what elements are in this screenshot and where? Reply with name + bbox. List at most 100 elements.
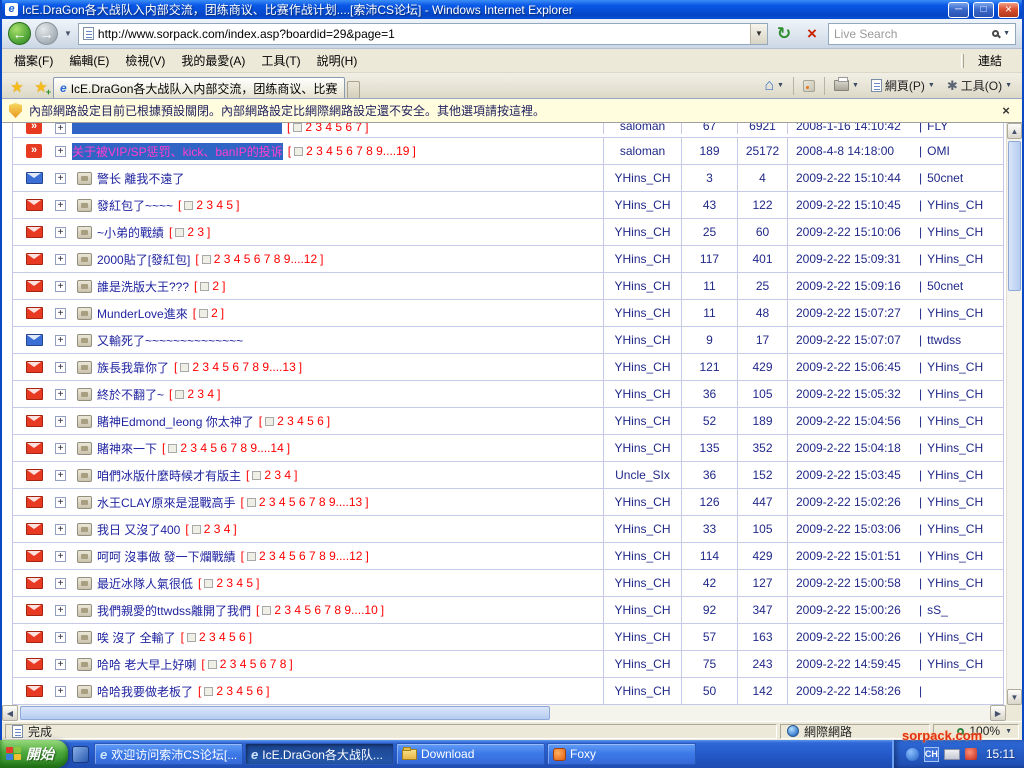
thread-title-link[interactable]: 我們親愛的ttwdss離開了我們 [97,602,251,619]
thread-author[interactable]: YHins_CH [603,300,681,326]
page-links[interactable]: [2 3 4 5 6 7 8 9....14] [162,441,290,455]
task-button-foxy[interactable]: Foxy [547,743,696,765]
page-menu-button[interactable]: 網頁(P)▼ [866,75,940,97]
page-links[interactable]: [2 3 4 5 6 7] [287,123,368,134]
thread-author[interactable]: YHins_CH [603,327,681,353]
thread-author[interactable]: YHins_CH [603,597,681,623]
lastpost-user[interactable]: ttwdss [927,333,961,347]
page-links[interactable]: [2 3 4 5 6 7 8 9....13] [174,360,302,374]
thread-author[interactable]: YHins_CH [603,165,681,191]
thread-author[interactable]: YHins_CH [603,543,681,569]
lastpost-user[interactable]: YHins_CH [927,630,983,644]
expand-toggle[interactable]: + [55,578,66,589]
lastpost-user[interactable]: YHins_CH [927,576,983,590]
menu-edit[interactable]: 編輯(E) [61,49,117,72]
expand-toggle[interactable]: + [55,497,66,508]
zoom-dropdown-icon[interactable]: ▼ [1005,728,1012,735]
lastpost-user[interactable]: YHins_CH [927,657,983,671]
scroll-up-button[interactable]: ▲ [1007,123,1022,139]
thread-author[interactable]: YHins_CH [603,624,681,650]
page-links[interactable]: [2 3 4 5 6] [198,684,269,698]
expand-toggle[interactable]: + [55,470,66,481]
expand-toggle[interactable]: + [55,389,66,400]
expand-toggle[interactable]: + [55,686,66,697]
favorites-star-icon[interactable]: ★ [5,76,29,98]
menu-file[interactable]: 檔案(F) [6,49,61,72]
thread-author[interactable]: YHins_CH [603,570,681,596]
lastpost-user[interactable]: sS_ [927,603,948,617]
lastpost-user[interactable]: YHins_CH [927,252,983,266]
page-links[interactable]: [2 3 4] [169,387,220,401]
thread-title-link[interactable]: 唉 沒了 全輸了 [97,629,176,646]
tools-menu-button[interactable]: ✱工具(O)▼ [942,75,1017,97]
task-button-forum-welcome[interactable]: 欢迎访问索沛CS论坛[... [94,743,243,765]
search-dropdown-icon[interactable]: ▼ [1003,30,1010,37]
thread-title-link[interactable]: ~小弟的戰績 [97,224,164,241]
thread-author[interactable]: saloman [603,123,681,134]
thread-title-link[interactable]: 水王CLAY原來是混戰高手 [97,494,235,511]
page-links[interactable]: [2 3 4 5] [198,576,259,590]
menu-favorites[interactable]: 我的最愛(A) [173,49,253,72]
taskbar-clock[interactable]: 15:11 [986,747,1015,761]
page-links[interactable]: [2] [193,306,224,320]
tray-status-icon[interactable] [965,748,977,760]
thread-title-link[interactable]: 又輸死了~~~~~~~~~~~~~~ [97,332,243,349]
lastpost-user[interactable]: YHins_CH [927,225,983,239]
page-links[interactable]: [2 3 4] [246,468,297,482]
expand-toggle[interactable]: + [55,146,66,157]
thread-author[interactable]: YHins_CH [603,381,681,407]
task-button-forum-board[interactable]: IcE.DraGon各大战队... [245,743,394,765]
expand-toggle[interactable]: + [55,335,66,346]
back-button[interactable]: ← [8,22,31,45]
expand-toggle[interactable]: + [55,281,66,292]
stop-button[interactable]: × [800,22,824,46]
scroll-left-button[interactable]: ◀ [2,705,18,721]
thread-title-link[interactable]: 呵呵 沒事做 發一下爛戰績 [97,548,236,565]
expand-toggle[interactable]: + [55,605,66,616]
lastpost-user[interactable]: OMI [927,144,950,158]
menu-help[interactable]: 說明(H) [309,49,366,72]
refresh-button[interactable]: ↻ [772,22,796,46]
thread-author[interactable]: YHins_CH [603,435,681,461]
thread-author[interactable]: YHins_CH [603,651,681,677]
lastpost-user[interactable]: YHins_CH [927,522,983,536]
expand-toggle[interactable]: + [55,416,66,427]
print-button[interactable]: ▼ [829,75,864,97]
expand-toggle[interactable]: + [55,524,66,535]
lastpost-user[interactable]: YHins_CH [927,306,983,320]
lastpost-user[interactable]: 50cnet [927,171,963,185]
expand-toggle[interactable]: + [55,123,66,134]
keyboard-tray-icon[interactable] [944,749,960,760]
lastpost-user[interactable]: FLY [927,123,948,133]
page-links[interactable]: [2 3 4 5 6 7 8] [201,657,292,671]
browser-tab[interactable]: e IcE.DraGon各大战队入内部交流，团练商议、比赛作... [53,77,345,98]
lastpost-user[interactable]: YHins_CH [927,495,983,509]
expand-toggle[interactable]: + [55,254,66,265]
vertical-scrollbar[interactable]: ▲ ▼ [1006,123,1022,705]
maximize-button[interactable]: □ [973,2,994,18]
page-links[interactable]: [2 3 4 5 6] [259,414,330,428]
horizontal-scroll-thumb[interactable] [20,706,550,720]
expand-toggle[interactable]: + [55,551,66,562]
thread-title-link[interactable]: 哈哈我要做老板了 [97,683,193,700]
thread-title-link[interactable]: 哈哈 老大早上好喇 [97,656,196,673]
thread-title-link[interactable]: 咱們冰版什麼時候才有版主 [97,467,241,484]
page-links[interactable]: [2 3 4 5 6] [181,630,252,644]
search-icon[interactable] [992,30,999,37]
page-links[interactable]: [2 3 4 5 6 7 8 9....10] [256,603,384,617]
page-links[interactable]: [2] [194,279,225,293]
thread-title-link[interactable]: 我日 又沒了400 [97,521,180,538]
address-dropdown[interactable]: ▼ [750,24,767,44]
page-links[interactable]: [2 3 4] [185,522,236,536]
page-links[interactable]: [2 3 4 5 6 7 8 9....12] [241,549,369,563]
horizontal-scrollbar[interactable]: ◀ ▶ [2,705,1006,721]
add-favorite-icon[interactable]: ★ [29,76,53,98]
task-button-download[interactable]: Download [396,743,545,765]
history-dropdown-icon[interactable]: ▼ [62,29,74,38]
thread-title-link[interactable] [72,123,282,134]
menu-tools[interactable]: 工具(T) [253,49,308,72]
lastpost-user[interactable]: YHins_CH [927,198,983,212]
expand-toggle[interactable]: + [55,173,66,184]
page-links[interactable]: [2 3 4 5 6 7 8 9....19] [288,144,416,158]
infobar-close-icon[interactable]: × [997,103,1015,118]
